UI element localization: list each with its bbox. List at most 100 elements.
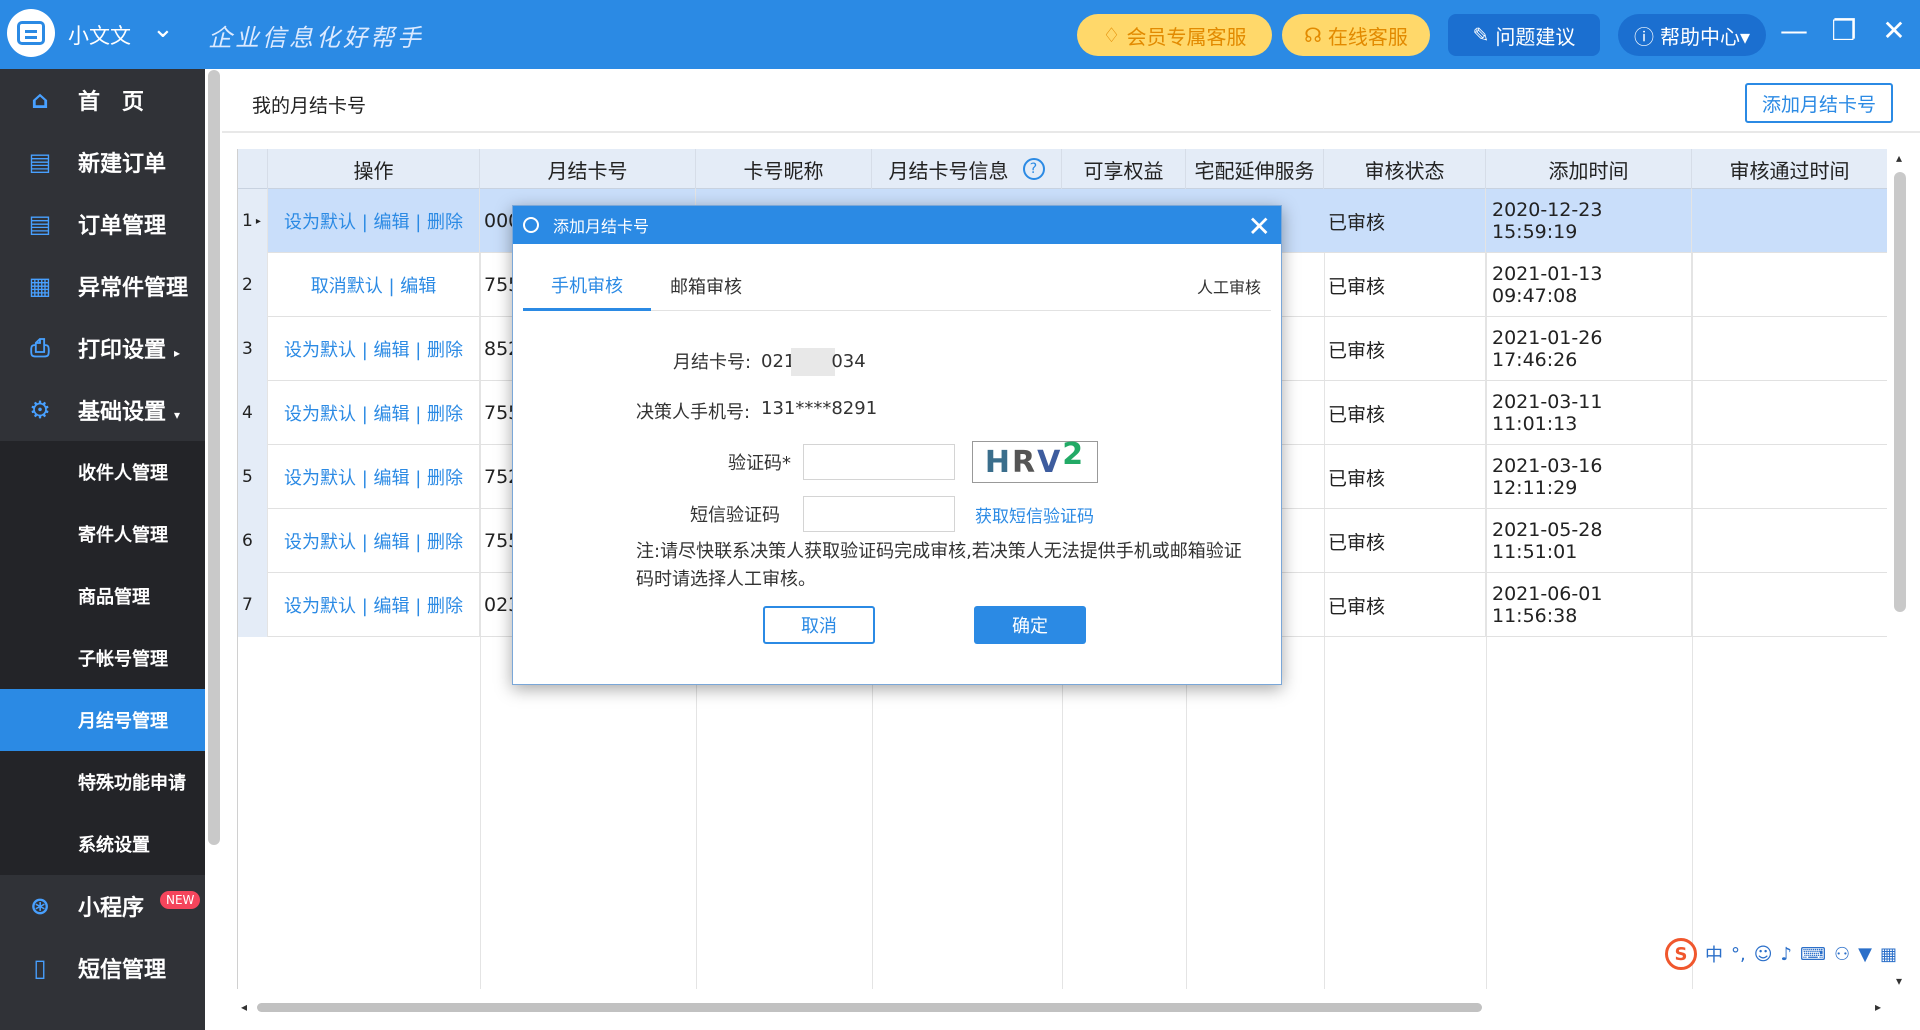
dialog-note: 注:请尽快联系决策人获取验证码完成审核,若决策人无法提供手机或邮箱验证码时请选择… — [636, 541, 1242, 590]
tab-manual-review[interactable]: 人工审核 — [1197, 261, 1261, 311]
column-header[interactable]: 审核通过时间 — [1692, 149, 1887, 189]
sidebar-item-label: 新建订单 — [78, 152, 167, 177]
microphone-icon[interactable]: ♪ — [1781, 944, 1793, 965]
keyboard-icon[interactable]: ⌨ — [1800, 944, 1826, 965]
scroll-down-icon[interactable]: ▾ — [1896, 974, 1902, 988]
close-icon[interactable]: ✕ — [1876, 14, 1912, 47]
status-cell: 已审核 — [1324, 381, 1486, 445]
dialog-close-icon[interactable]: ✕ — [1248, 210, 1271, 243]
row-actions[interactable]: 设为默认 | 编辑 | 删除 — [268, 509, 480, 573]
row-actions[interactable]: 取消默认 | 编辑 — [268, 253, 480, 317]
column-header[interactable]: 卡号昵称 — [696, 149, 872, 189]
basic-settings-label: 基础设置 — [78, 400, 167, 425]
row-number: 1 ▸ — [238, 189, 268, 253]
card-number-value: 021 034 — [761, 348, 866, 376]
row-number: 7 — [238, 573, 268, 637]
horizontal-scroll-thumb[interactable] — [257, 1003, 1482, 1012]
sidebar-sub-system-settings[interactable]: 系统设置 — [0, 813, 205, 875]
sidebar-item-basic-settings[interactable]: ⚙ 基础设置 ▾ — [0, 379, 205, 441]
column-header[interactable]: 添加时间 — [1486, 149, 1692, 189]
get-sms-code-link[interactable]: 获取短信验证码 — [975, 502, 1094, 527]
sidebar-item-label: 订单管理 — [78, 214, 167, 239]
user-name[interactable]: 小文文 — [68, 20, 131, 50]
status-cell: 已审核 — [1324, 317, 1486, 381]
tab-phone-review[interactable]: 手机审核 — [523, 261, 651, 311]
ime-language[interactable]: 中 — [1705, 941, 1723, 967]
diamond-icon: ♢ — [1102, 23, 1121, 47]
edit-icon: ✎ — [1472, 23, 1490, 47]
added-time-cell: 2021-01-13 09:47:08 — [1486, 253, 1692, 317]
row-actions[interactable]: 设为默认 | 编辑 | 删除 — [268, 381, 480, 445]
grid-icon[interactable]: ▦ — [1880, 944, 1897, 965]
decision-maker-phone-value: 131****8291 — [761, 398, 878, 419]
decision-maker-phone-label: 决策人手机号: — [636, 402, 751, 423]
page-header: 我的月结卡号 添加月结卡号 — [222, 69, 1920, 133]
minimize-icon[interactable]: — — [1776, 14, 1812, 47]
sidebar-scrollbar[interactable] — [208, 70, 220, 845]
skin-icon[interactable]: ▼ — [1858, 944, 1872, 965]
vertical-scroll-thumb[interactable] — [1894, 172, 1906, 612]
printer-icon — [17, 21, 45, 45]
row-actions[interactable]: 设为默认 | 编辑 | 删除 — [268, 445, 480, 509]
sidebar-item-new-order[interactable]: ▤ 新建订单 — [0, 131, 205, 193]
add-card-button[interactable]: 添加月结卡号 — [1745, 83, 1893, 123]
row-actions[interactable]: 设为默认 | 编辑 | 删除 — [268, 317, 480, 381]
sidebar-item-sms[interactable]: ▯ 短信管理 — [0, 937, 205, 999]
feedback-button[interactable]: ✎ 问题建议 — [1448, 14, 1600, 56]
dialog-title: 添加月结卡号 — [553, 217, 650, 236]
punctuation-icon[interactable]: °, — [1731, 944, 1746, 965]
scroll-right-icon[interactable]: ▸ — [1875, 1000, 1881, 1014]
card-number-suffix: 034 — [831, 351, 866, 372]
column-header[interactable]: 操作 — [268, 149, 480, 189]
help-icon[interactable]: ? — [1022, 158, 1045, 180]
cancel-button[interactable]: 取消 — [763, 606, 875, 644]
tab-email-review[interactable]: 邮箱审核 — [651, 261, 761, 311]
gear-icon: ⚙ — [29, 396, 51, 424]
row-actions[interactable]: 设为默认 | 编辑 | 删除 — [268, 573, 480, 637]
captcha-image[interactable]: H R V 2 — [972, 437, 1098, 483]
captcha-label: 验证码* — [728, 453, 791, 474]
mini-program-icon: ⊛ — [29, 892, 51, 920]
sidebar-sub-senders[interactable]: 寄件人管理 — [0, 503, 205, 565]
sidebar-sub-special-features[interactable]: 特殊功能申请 — [0, 751, 205, 813]
sidebar-item-order-management[interactable]: ▤ 订单管理 — [0, 193, 205, 255]
document-add-icon: ▤ — [28, 148, 52, 176]
feedback-label: 问题建议 — [1495, 24, 1576, 49]
sidebar-item-label: 首 页 — [78, 90, 145, 115]
captcha-input[interactable] — [803, 444, 955, 480]
restore-icon[interactable]: ❐ — [1826, 14, 1862, 47]
sidebar-sub-products[interactable]: 商品管理 — [0, 565, 205, 627]
masked-region — [791, 348, 836, 376]
column-header[interactable]: 审核状态 — [1324, 149, 1486, 189]
column-header[interactable]: 月结卡号 — [480, 149, 696, 189]
sogou-logo-icon[interactable]: S — [1665, 938, 1697, 970]
print-settings-label: 打印设置 — [78, 338, 167, 363]
captcha-char: V — [1037, 444, 1063, 480]
sidebar-sub-recipients[interactable]: 收件人管理 — [0, 441, 205, 503]
vip-service-button[interactable]: ♢ 会员专属客服 — [1077, 14, 1272, 56]
horizontal-scrollbar[interactable]: ◂ ▸ — [237, 999, 1887, 1015]
sidebar-item-home[interactable]: ⌂ 首 页 — [0, 69, 205, 131]
user-icon[interactable]: ⚇ — [1834, 944, 1850, 965]
sidebar-sub-monthly-accounts[interactable]: 月结号管理 — [0, 689, 205, 751]
help-center-button[interactable]: ⓘ 帮助中心▾ — [1618, 14, 1766, 56]
scroll-left-icon[interactable]: ◂ — [241, 1000, 247, 1014]
title-bar: 小文文 ⌄ 企业信息化好帮手 ♢ 会员专属客服 ☊ 在线客服 ✎ 问题建议 ⓘ … — [0, 0, 1920, 69]
chevron-down-icon[interactable]: ⌄ — [152, 14, 174, 44]
sidebar-item-exception[interactable]: ▦ 异常件管理 — [0, 255, 205, 317]
confirm-button[interactable]: 确定 — [974, 606, 1086, 644]
sidebar-item-mini-program[interactable]: ⊛ 小程序 NEW — [0, 875, 205, 937]
scroll-up-icon[interactable]: ▴ — [1896, 151, 1902, 165]
column-header[interactable]: 宅配延伸服务 — [1186, 149, 1324, 189]
column-header[interactable]: 可享权益 — [1062, 149, 1186, 189]
captcha-char: H — [984, 444, 1012, 480]
online-service-button[interactable]: ☊ 在线客服 — [1282, 14, 1430, 56]
row-actions[interactable]: 设为默认 | 编辑 | 删除 — [268, 189, 480, 253]
column-header-card-info[interactable]: 月结卡号信息 ? — [872, 149, 1062, 189]
add-card-dialog: 添加月结卡号 ✕ 手机审核 邮箱审核 人工审核 月结卡号: 021 034 决策人… — [512, 205, 1282, 685]
sms-code-input[interactable] — [803, 496, 955, 532]
emoji-icon[interactable]: ☺ — [1754, 944, 1773, 965]
sidebar-item-print-settings[interactable]: ⎙ 打印设置 ▸ — [0, 317, 205, 379]
sidebar-sub-sub-accounts[interactable]: 子帐号管理 — [0, 627, 205, 689]
help-center-label: 帮助中心▾ — [1659, 24, 1751, 49]
